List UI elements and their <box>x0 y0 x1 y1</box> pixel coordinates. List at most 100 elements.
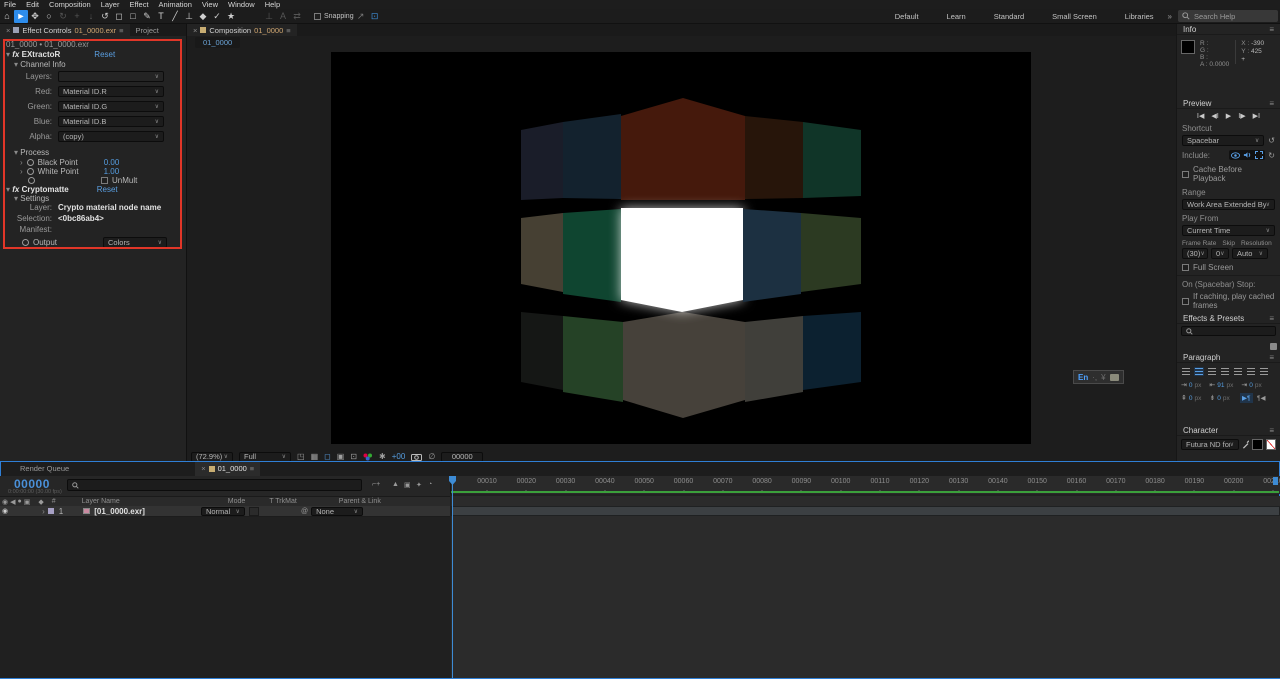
audio-column-icon[interactable]: ◀ <box>10 498 15 506</box>
tab-project[interactable]: Project <box>130 24 165 36</box>
viewer-doc-tab[interactable]: 01_0000 <box>195 37 240 48</box>
menu-animation[interactable]: Animation <box>159 0 192 9</box>
layer-label-color[interactable] <box>48 508 54 514</box>
align-left-button[interactable] <box>1181 367 1191 376</box>
new-panel-icon[interactable] <box>1270 343 1277 350</box>
panel-menu-icon[interactable]: ≡ <box>119 26 123 35</box>
include-audio-icon[interactable] <box>1243 151 1252 159</box>
trkmat-cell[interactable] <box>249 507 259 516</box>
workspace-overflow-icon[interactable]: » <box>1168 12 1172 21</box>
type-tool-icon[interactable]: T <box>154 10 168 23</box>
roto-brush-tool-icon[interactable]: ✓ <box>210 10 224 23</box>
if-caching-checkbox[interactable] <box>1182 298 1189 305</box>
layer-visibility-icon[interactable]: ◉ <box>2 507 8 515</box>
channel-info-group[interactable]: ▾ Channel Info <box>14 60 66 69</box>
text-direction-rtl-button[interactable]: ¶◀ <box>1255 393 1268 403</box>
mask-visibility-icon[interactable]: ◻ <box>324 452 331 461</box>
full-screen-checkbox[interactable] <box>1182 264 1189 271</box>
space-before-value[interactable]: 0 <box>1189 395 1193 402</box>
search-help-field[interactable]: Search Help <box>1178 10 1278 22</box>
rectangle-tool-icon[interactable]: □ <box>126 10 140 23</box>
justify-all-button[interactable] <box>1259 367 1269 376</box>
layer-mode-dropdown[interactable]: Normal∨ <box>201 507 245 516</box>
solo-column-icon[interactable]: ● <box>18 498 22 505</box>
tab-timeline-comp[interactable]: × 01_0000 ≡ <box>195 461 260 476</box>
layer-list-empty-area[interactable] <box>0 517 450 678</box>
zoom-tool-icon[interactable]: ○ <box>42 10 56 23</box>
comp-timecode-field[interactable]: 00000 <box>441 452 483 462</box>
next-frame-button[interactable]: Ⅰ▶ <box>1238 112 1245 120</box>
red-dropdown[interactable]: Material ID.R∨ <box>58 86 164 97</box>
workspace-learn[interactable]: Learn <box>947 12 966 21</box>
work-area-end-handle[interactable] <box>1273 477 1278 485</box>
prev-frame-button[interactable]: ◀Ⅰ <box>1211 112 1218 120</box>
menu-composition[interactable]: Composition <box>49 0 91 9</box>
hide-shy-layers-icon[interactable]: ▣ <box>404 481 411 489</box>
fill-color-swatch[interactable] <box>1252 439 1262 450</box>
stopwatch-icon[interactable] <box>27 168 34 175</box>
cache-before-playback-checkbox[interactable] <box>1182 171 1189 178</box>
orbit-camera-tool-icon[interactable]: ↻ <box>56 10 70 23</box>
include-video-icon[interactable] <box>1231 152 1240 159</box>
close-icon[interactable]: × <box>201 464 205 473</box>
layer-row[interactable]: ◉ › 1 [01_0000.exr] Normal∨ @ None∨ <box>0 506 450 517</box>
workspace-small-screen[interactable]: Small Screen <box>1052 12 1097 21</box>
ime-width-icon[interactable]: ¥ <box>1101 373 1105 382</box>
effect-cryptomatte-header[interactable]: ▾ fx Cryptomatte Reset <box>6 185 180 194</box>
ime-language-widget[interactable]: En ·, ¥ <box>1073 370 1124 384</box>
include-overlays-icon[interactable] <box>1255 151 1263 159</box>
snapping-checkbox[interactable] <box>314 13 321 20</box>
frame-blending-icon[interactable]: ✦ <box>416 481 422 489</box>
stopwatch-icon[interactable] <box>28 177 35 184</box>
settings-group[interactable]: ▾ Settings <box>14 194 49 203</box>
pen-tool-icon[interactable]: ✎ <box>140 10 154 23</box>
mode-column[interactable]: Mode <box>228 498 246 505</box>
ime-keyboard-icon[interactable] <box>1110 374 1119 381</box>
pixel-aspect-icon[interactable]: ⊡ <box>350 452 357 461</box>
layers-dropdown[interactable]: ∨ <box>58 71 164 82</box>
selection-tool-icon[interactable]: ► <box>14 10 28 23</box>
effect-extractor-header[interactable]: ▾ fx EXtractoR Reset <box>6 50 180 59</box>
brush-tool-icon[interactable]: ╱ <box>168 10 182 23</box>
align-right-button[interactable] <box>1207 367 1217 376</box>
label-column-icon[interactable]: ◆ <box>38 498 43 506</box>
indent-right-value[interactable]: 0 <box>1249 382 1253 389</box>
show-snapshot-icon[interactable]: ∅ <box>428 452 435 461</box>
justify-last-right-button[interactable] <box>1246 367 1256 376</box>
lock-column-icon[interactable]: ▣ <box>24 498 31 506</box>
panel-menu-icon[interactable]: ≡ <box>1269 353 1274 362</box>
font-family-dropdown[interactable]: Futura ND for NL..∨ <box>1181 439 1239 450</box>
menu-file[interactable]: File <box>4 0 16 9</box>
panel-menu-icon[interactable]: ≡ <box>1269 314 1274 323</box>
resolution-dropdown[interactable]: Full∨ <box>239 452 291 462</box>
resolution-preview-dropdown[interactable]: Auto∨ <box>1232 248 1268 259</box>
close-icon[interactable]: × <box>6 26 10 35</box>
transparency-grid-icon[interactable]: ▦ <box>311 452 319 461</box>
tab-effect-controls[interactable]: × Effect Controls 01_0000.exr ≡ <box>0 24 130 36</box>
grid-options-icon[interactable]: ⊡ <box>368 10 382 23</box>
reset-preview-icon[interactable]: ↺ <box>1268 136 1275 145</box>
camera-tool-icon[interactable]: ◻ <box>112 10 126 23</box>
magnification-dropdown[interactable]: (72.9%)∨ <box>191 452 233 462</box>
playhead-line[interactable] <box>452 476 453 678</box>
time-ruler[interactable]: 0001000020000300004000050000600007000080… <box>450 476 1280 494</box>
layer-expander-icon[interactable]: › <box>42 507 45 516</box>
alpha-dropdown[interactable]: (copy)∨ <box>58 131 164 142</box>
hand-tool-icon[interactable]: ✥ <box>28 10 42 23</box>
play-from-dropdown[interactable]: Current Time∨ <box>1182 225 1275 236</box>
exposure-value[interactable]: +00 <box>392 452 406 461</box>
workspace-libraries[interactable]: Libraries <box>1125 12 1154 21</box>
rotation-tool-icon[interactable]: ↺ <box>98 10 112 23</box>
panel-menu-icon[interactable]: ≡ <box>1269 99 1274 108</box>
workspace-standard[interactable]: Standard <box>994 12 1024 21</box>
home-icon[interactable]: ⌂ <box>0 10 14 23</box>
align-center-button[interactable] <box>1194 367 1204 376</box>
number-column[interactable]: # <box>52 498 56 505</box>
play-button[interactable]: ▶ <box>1226 112 1231 120</box>
panel-menu-icon[interactable]: ≡ <box>286 26 290 35</box>
clone-stamp-tool-icon[interactable]: ⊥ <box>182 10 196 23</box>
workspace-default[interactable]: Default <box>895 12 919 21</box>
parent-pickwhip-icon[interactable]: @ <box>301 508 308 515</box>
dolly-camera-tool-icon[interactable]: ↓ <box>84 10 98 23</box>
menu-effect[interactable]: Effect <box>129 0 148 9</box>
